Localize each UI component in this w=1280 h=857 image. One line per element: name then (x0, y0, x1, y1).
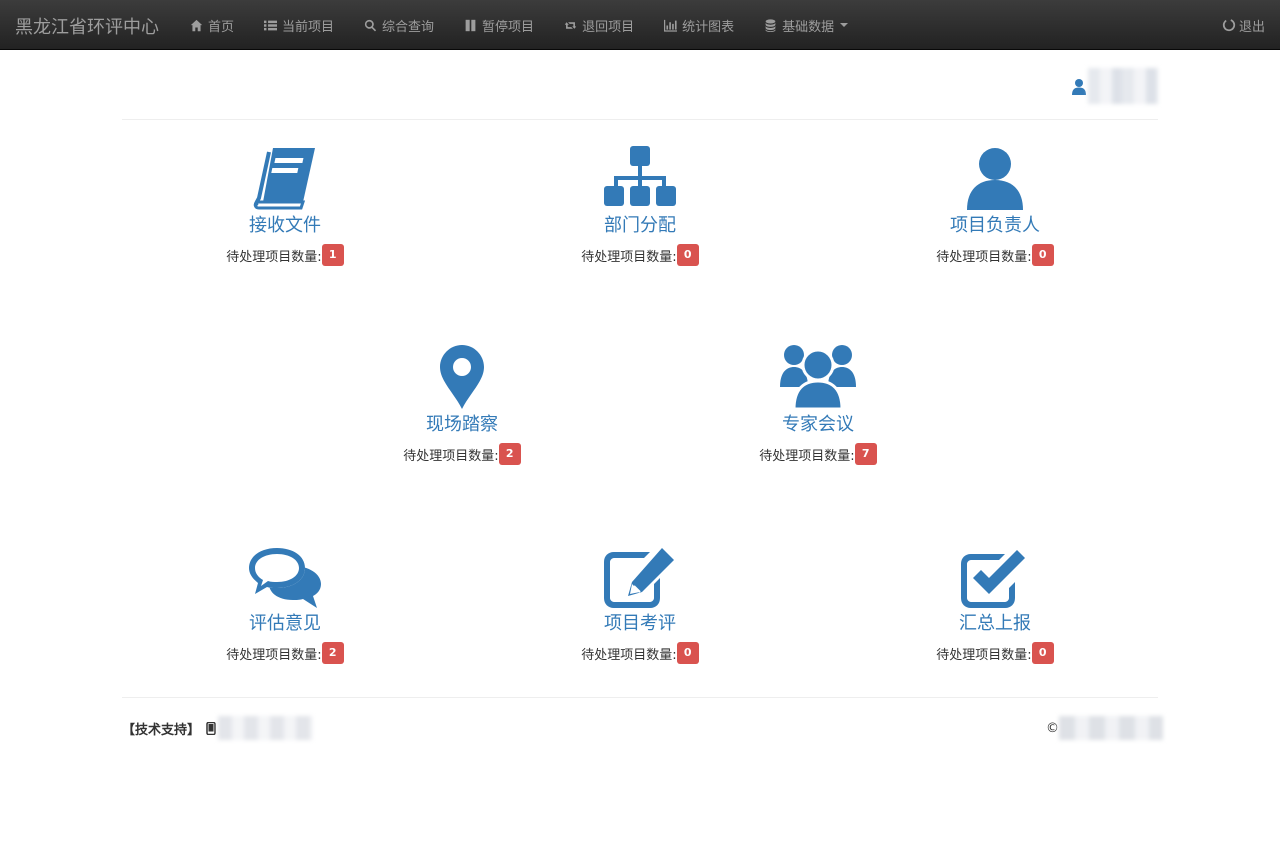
nav-item-base-data[interactable]: 基础数据 (749, 0, 863, 50)
pending-count-label: 待处理项目数量: (936, 647, 1032, 663)
card-expert-meeting: 专家会议 待处理项目数量: 7 (708, 339, 928, 465)
logout-button[interactable]: 退出 (1222, 0, 1265, 50)
pending-count-label: 待处理项目数量: (226, 647, 322, 663)
chevron-down-icon (840, 23, 849, 27)
card-title[interactable]: 专家会议 (708, 413, 928, 437)
pending-count: 待处理项目数量: 2 (352, 443, 572, 465)
comments-icon (249, 548, 321, 608)
pause-icon (465, 19, 476, 31)
nav-menu: 首页 当前项目 综合查询 暂停项目 退回项目 统计图表 基础数据 (175, 0, 863, 50)
pending-count-badge: 2 (498, 443, 521, 465)
nav-item-label: 当前项目 (282, 19, 335, 35)
card-site-inspection: 现场踏察 待处理项目数量: 2 (352, 339, 572, 465)
card-icon-link[interactable] (530, 140, 750, 210)
pending-count-badge: 1 (321, 244, 344, 266)
card-title[interactable]: 现场踏察 (352, 413, 572, 437)
nav-item-label: 基础数据 (782, 19, 835, 35)
card-title[interactable]: 评估意见 (175, 612, 395, 636)
copyright-symbol: © (1046, 720, 1059, 736)
pending-count-badge: 0 (1031, 244, 1054, 266)
nav-item-label: 退回项目 (582, 19, 635, 35)
home-icon (190, 19, 203, 31)
edit-icon (604, 548, 674, 608)
card-title[interactable]: 项目考评 (530, 612, 750, 636)
card-icon-link[interactable] (885, 140, 1105, 210)
nav-item-stats[interactable]: 统计图表 (649, 0, 749, 50)
pending-count: 待处理项目数量: 2 (175, 642, 395, 664)
current-user[interactable] (1072, 68, 1158, 104)
map-marker-icon (440, 345, 484, 409)
user-name-redacted (1088, 68, 1158, 104)
top-navbar: 黑龙江省环评中心 首页 当前项目 综合查询 暂停项目 退回项目 统计图表 基础数… (0, 0, 1280, 50)
pending-count: 待处理项目数量: 0 (530, 642, 750, 664)
retweet-icon (564, 21, 577, 29)
nav-item-home[interactable]: 首页 (175, 0, 249, 50)
pending-count-label: 待处理项目数量: (936, 249, 1032, 265)
power-icon (1222, 18, 1236, 32)
copyright-text-redacted (1059, 716, 1163, 740)
card-icon-link[interactable] (352, 339, 572, 409)
pending-count-label: 待处理项目数量: (759, 448, 855, 464)
nav-item-label: 暂停项目 (482, 19, 535, 35)
nav-item-current-projects[interactable]: 当前项目 (249, 0, 349, 50)
group-icon (780, 345, 856, 409)
pending-count: 待处理项目数量: 0 (530, 244, 750, 266)
stats-icon (664, 19, 678, 32)
database-icon (765, 18, 776, 32)
card-assessment-opinion: 评估意见 待处理项目数量: 2 (175, 538, 395, 664)
book-icon (253, 148, 315, 210)
nav-item-returned[interactable]: 退回项目 (549, 0, 649, 50)
phone-number-redacted (218, 716, 314, 740)
pending-count-label: 待处理项目数量: (581, 647, 677, 663)
card-title[interactable]: 接收文件 (175, 214, 395, 238)
nav-item-search[interactable]: 综合查询 (349, 0, 449, 50)
card-receive-files: 接收文件 待处理项目数量: 1 (175, 140, 395, 266)
tech-support: 【技术支持】 (122, 716, 314, 740)
tech-support-label: 【技术支持】 (122, 722, 201, 738)
pending-count-label: 待处理项目数量: (581, 249, 677, 265)
user-icon (1072, 79, 1086, 95)
card-icon-link[interactable] (175, 140, 395, 210)
list-icon (264, 20, 278, 30)
card-title[interactable]: 项目负责人 (885, 214, 1105, 238)
card-icon-link[interactable] (708, 339, 928, 409)
card-project-lead: 项目负责人 待处理项目数量: 0 (885, 140, 1105, 266)
card-department-assign: 部门分配 待处理项目数量: 0 (530, 140, 750, 266)
card-icon-link[interactable] (530, 538, 750, 608)
pending-count-badge: 0 (1031, 642, 1054, 664)
nav-item-label: 首页 (208, 19, 235, 35)
brand-title[interactable]: 黑龙江省环评中心 (15, 13, 159, 39)
pending-count: 待处理项目数量: 7 (708, 443, 928, 465)
footer-divider (122, 697, 1158, 698)
card-icon-link[interactable] (885, 538, 1105, 608)
pending-count-badge: 2 (321, 642, 344, 664)
pending-count: 待处理项目数量: 1 (175, 244, 395, 266)
search-icon (364, 19, 377, 31)
card-icon-link[interactable] (175, 538, 395, 608)
pending-count-badge: 0 (676, 642, 699, 664)
card-title[interactable]: 汇总上报 (885, 612, 1105, 636)
mobile-icon (206, 721, 216, 735)
pending-count-label: 待处理项目数量: (226, 249, 322, 265)
check-square-icon (961, 550, 1025, 608)
pending-count: 待处理项目数量: 0 (885, 642, 1105, 664)
pending-count: 待处理项目数量: 0 (885, 244, 1105, 266)
nav-item-label: 综合查询 (382, 19, 435, 35)
pending-count-label: 待处理项目数量: (403, 448, 499, 464)
divider (122, 119, 1158, 120)
logout-label: 退出 (1238, 19, 1265, 35)
card-project-evaluation: 项目考评 待处理项目数量: 0 (530, 538, 750, 664)
copyright: © (1046, 716, 1163, 740)
nav-item-paused[interactable]: 暂停项目 (449, 0, 549, 50)
nav-item-label: 统计图表 (682, 19, 735, 35)
card-title[interactable]: 部门分配 (530, 214, 750, 238)
pending-count-badge: 7 (854, 443, 877, 465)
card-summary-report: 汇总上报 待处理项目数量: 0 (885, 538, 1105, 664)
pending-count-badge: 0 (676, 244, 699, 266)
sitemap-icon (604, 146, 676, 206)
person-icon (967, 148, 1023, 210)
